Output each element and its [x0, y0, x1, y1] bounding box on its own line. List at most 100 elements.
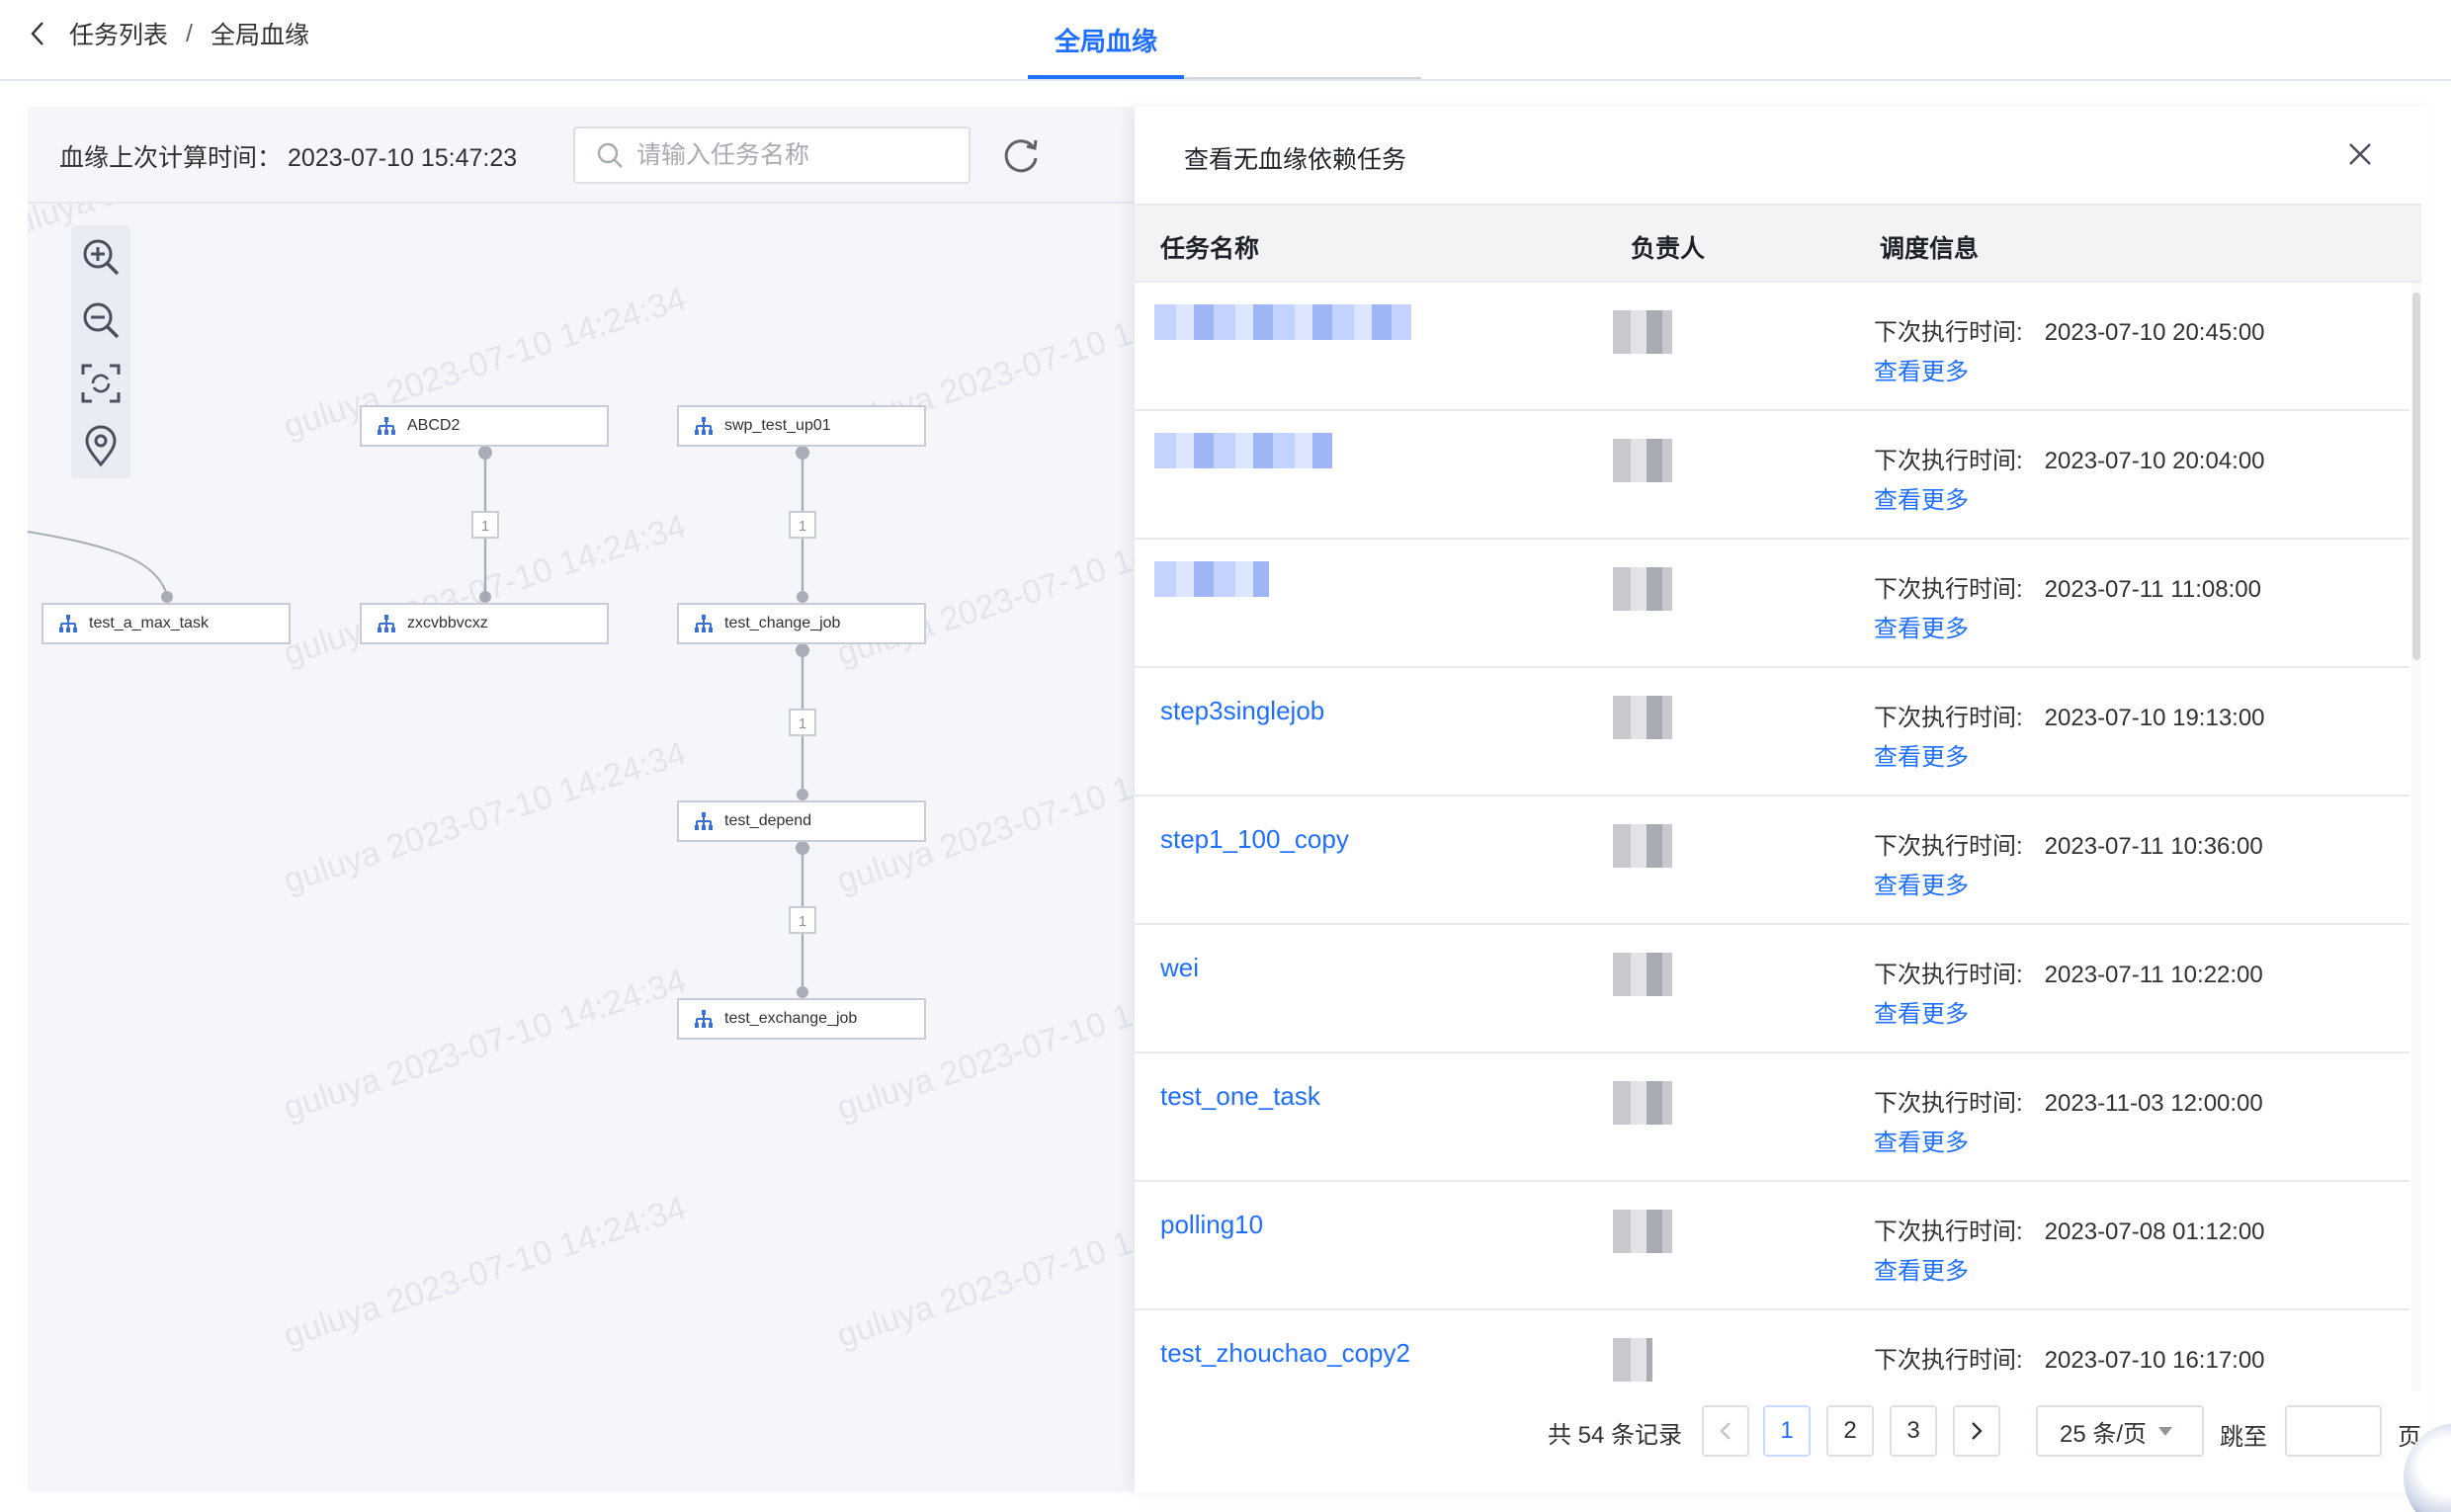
- table-scrollbar[interactable]: [2411, 283, 2421, 1480]
- page-button-2[interactable]: 2: [1826, 1405, 1874, 1457]
- table-row: 下次执行时间: 2023-07-11 11:08:00 查看更多: [1135, 540, 2409, 668]
- lineage-node[interactable]: test_a_max_task: [42, 603, 291, 644]
- task-tree-icon: [59, 615, 77, 632]
- breadcrumb-item-task-list[interactable]: 任务列表: [69, 16, 168, 51]
- page-size-select[interactable]: 25 条/页: [2036, 1405, 2204, 1457]
- canvas-toolbar: 血缘上次计算时间： 2023-07-10 15:47:23: [28, 107, 1135, 204]
- lineage-node[interactable]: swp_test_up01: [677, 405, 926, 447]
- tab-underline: [1184, 77, 1421, 79]
- fit-view-icon[interactable]: [79, 362, 123, 405]
- table-row: test_one_task 下次执行时间: 2023-11-03 12:00:00…: [1135, 1053, 2409, 1182]
- view-more-link[interactable]: 查看更多: [1874, 1123, 1969, 1157]
- task-name-redacted[interactable]: [1154, 561, 1269, 597]
- view-more-link[interactable]: 查看更多: [1874, 994, 1969, 1029]
- table-row: polling10 下次执行时间: 2023-07-08 01:12:00 查看更…: [1135, 1182, 2409, 1310]
- page-button-1[interactable]: 1: [1763, 1405, 1811, 1457]
- calc-time-value: 2023-07-10 15:47:23: [288, 144, 518, 172]
- chevron-left-icon: [1720, 1422, 1731, 1440]
- breadcrumb-item-global-lineage: 全局血缘: [210, 22, 309, 49]
- view-more-link[interactable]: 查看更多: [1874, 352, 1969, 386]
- task-name-link[interactable]: step3singlejob: [1160, 696, 1324, 726]
- lineage-canvas[interactable]: 1 1 1 1 guluya 2023-07-10 14:24:34 guluy…: [28, 107, 1135, 1492]
- column-header-schedule: 调度信息: [1880, 235, 1980, 263]
- node-label: swp_test_up01: [724, 417, 831, 434]
- edge-label: 1: [799, 715, 806, 732]
- edge-label: 1: [481, 518, 489, 535]
- view-more-link[interactable]: 查看更多: [1874, 1251, 1969, 1286]
- column-header-task-name: 任务名称: [1160, 235, 1260, 263]
- page: 任务列表 / 全局血缘 全局血缘 1 1 1 1 guluya 2023-07-…: [0, 0, 2451, 1512]
- task-name-link[interactable]: test_one_task: [1160, 1081, 1320, 1112]
- tab-global-lineage[interactable]: 全局血缘: [1028, 0, 1184, 79]
- lineage-node[interactable]: zxcvbbvcxz: [360, 603, 609, 644]
- jump-page-input[interactable]: [2285, 1405, 2382, 1457]
- node-label: test_a_max_task: [89, 615, 209, 631]
- task-tree-icon: [695, 812, 713, 830]
- next-run: 下次执行时间: 2023-07-11 10:36:00: [1874, 833, 2263, 860]
- task-search-box[interactable]: [573, 126, 971, 184]
- next-run: 下次执行时间: 2023-07-08 01:12:00: [1874, 1218, 2265, 1245]
- page-size-value: 25 条/页: [2060, 1420, 2148, 1448]
- task-name-redacted[interactable]: [1154, 433, 1332, 468]
- pagination: 共 54 条记录 1 2 3 25 条/页 跳至 页: [1135, 1391, 2427, 1470]
- next-run: 下次执行时间: 2023-07-11 10:22:00: [1874, 962, 2263, 988]
- lineage-node[interactable]: ABCD2: [360, 405, 609, 447]
- calc-time-label: 血缘上次计算时间：: [59, 144, 283, 172]
- next-run: 下次执行时间: 2023-07-10 20:45:00: [1874, 319, 2265, 346]
- task-name-link[interactable]: test_zhouchao_copy2: [1160, 1338, 1410, 1369]
- view-more-link[interactable]: 查看更多: [1874, 737, 1969, 772]
- task-tree-icon: [378, 417, 395, 435]
- edge-label: 1: [799, 913, 806, 930]
- lineage-node[interactable]: test_change_job: [677, 603, 926, 644]
- view-more-link[interactable]: 查看更多: [1874, 609, 1969, 643]
- view-more-link[interactable]: 查看更多: [1874, 866, 1969, 900]
- next-run: 下次执行时间: 2023-07-10 20:04:00: [1874, 448, 2265, 474]
- refresh-icon[interactable]: [1000, 134, 1042, 176]
- jump-label: 跳至: [2220, 1424, 2267, 1451]
- next-run: 下次执行时间: 2023-07-10 19:13:00: [1874, 705, 2265, 731]
- node-label: test_depend: [724, 812, 812, 829]
- task-table-body: 下次执行时间: 2023-07-10 20:45:00 查看更多 下次执行时间: 2…: [1135, 283, 2409, 1480]
- view-more-link[interactable]: 查看更多: [1874, 480, 1969, 515]
- node-label: zxcvbbvcxz: [407, 615, 488, 631]
- caret-down-icon: [2158, 1426, 2173, 1436]
- close-icon[interactable]: [2344, 138, 2376, 170]
- calc-time: 血缘上次计算时间： 2023-07-10 15:47:23: [59, 138, 517, 174]
- page-button-3[interactable]: 3: [1890, 1405, 1937, 1457]
- no-lineage-task-panel: 查看无血缘依赖任务 任务名称 负责人 调度信息 下次执行时间: 2023-07-1…: [1135, 107, 2427, 1492]
- total-records: 共 54 条记录: [1548, 1422, 1683, 1449]
- task-tree-icon: [695, 1010, 713, 1028]
- table-row: 下次执行时间: 2023-07-10 20:45:00 查看更多: [1135, 283, 2409, 411]
- owner-redacted: [1613, 1081, 1672, 1125]
- panel-header: 查看无血缘依赖任务: [1135, 107, 2427, 204]
- locate-icon[interactable]: [79, 425, 123, 468]
- chevron-right-icon: [1972, 1422, 1983, 1440]
- node-label: test_exchange_job: [724, 1010, 858, 1027]
- edge-into-test-a-max-task: [28, 531, 168, 596]
- scrollbar-thumb[interactable]: [2412, 293, 2420, 660]
- lineage-node[interactable]: test_exchange_job: [677, 998, 926, 1040]
- top-header: 任务列表 / 全局血缘 全局血缘: [0, 0, 2451, 81]
- lineage-node[interactable]: test_depend: [677, 800, 926, 842]
- owner-redacted: [1613, 439, 1672, 482]
- table-header: 任务名称 负责人 调度信息: [1135, 204, 2421, 283]
- back-chevron-icon[interactable]: [30, 16, 69, 51]
- prev-page-button[interactable]: [1702, 1405, 1749, 1457]
- edge-label: 1: [799, 518, 806, 535]
- task-name-link[interactable]: polling10: [1160, 1210, 1263, 1240]
- task-tree-icon: [695, 417, 713, 435]
- task-name-redacted[interactable]: [1154, 304, 1411, 340]
- owner-redacted: [1613, 696, 1672, 739]
- column-header-owner: 负责人: [1631, 235, 1706, 263]
- breadcrumb-separator: /: [186, 19, 193, 47]
- task-name-link[interactable]: step1_100_copy: [1160, 824, 1349, 855]
- table-row: step3singlejob 下次执行时间: 2023-07-10 19:13:0…: [1135, 668, 2409, 797]
- task-name-link[interactable]: wei: [1160, 953, 1199, 983]
- task-search-input[interactable]: [636, 140, 963, 170]
- zoom-out-icon[interactable]: [79, 298, 123, 342]
- zoom-in-icon[interactable]: [79, 235, 123, 279]
- next-page-button[interactable]: [1953, 1405, 2000, 1457]
- owner-redacted: [1613, 567, 1672, 611]
- owner-redacted: [1613, 1338, 1652, 1382]
- panel-title: 查看无血缘依赖任务: [1184, 146, 1407, 174]
